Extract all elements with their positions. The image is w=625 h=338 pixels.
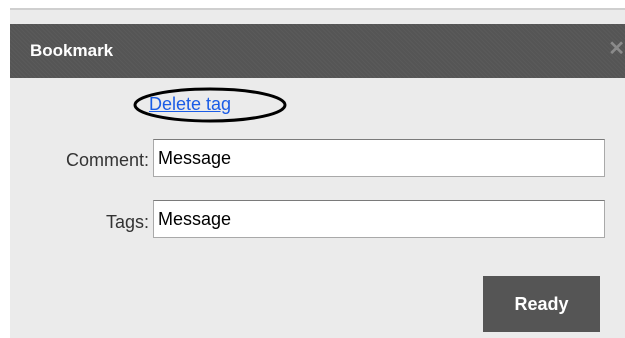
ready-button[interactable]: Ready <box>483 276 600 332</box>
dialog-titlebar: Bookmark ✕ <box>10 24 625 78</box>
tags-label: Tags: <box>105 212 149 232</box>
delete-tag-area: Delete tag <box>130 85 290 125</box>
comment-label: Comment: <box>65 150 149 170</box>
bookmark-dialog: Bookmark ✕ Delete tag Comment: Tags: Rea… <box>10 8 625 338</box>
dialog-title: Bookmark <box>30 41 114 60</box>
tags-field[interactable] <box>153 200 605 238</box>
close-icon[interactable]: ✕ <box>608 38 625 60</box>
comment-field[interactable] <box>153 139 605 177</box>
delete-tag-link[interactable]: Delete tag <box>149 93 231 115</box>
